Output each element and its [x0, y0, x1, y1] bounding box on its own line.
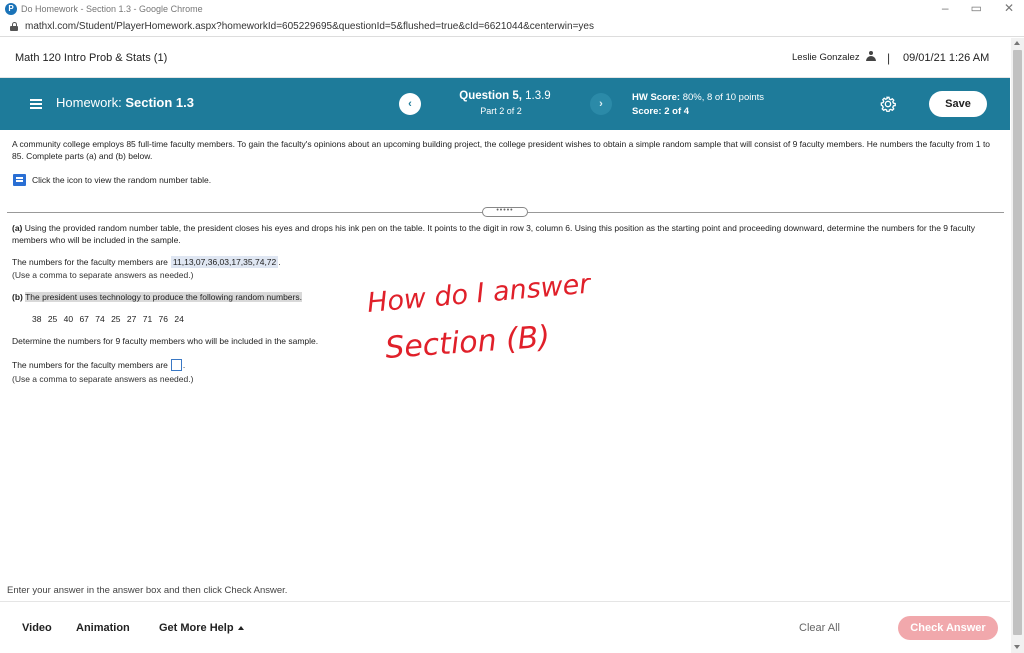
homework-title: Homework: Section 1.3 [56, 95, 194, 110]
answer-b-input[interactable] [170, 359, 182, 371]
answer-b-line: The numbers for the faculty members are … [12, 359, 185, 371]
part-b-text: (b) The president uses technology to pro… [12, 292, 302, 302]
save-button[interactable]: Save [929, 91, 987, 117]
homework-prefix: Homework: [56, 95, 126, 110]
close-icon[interactable]: ✕ [1004, 1, 1014, 15]
part-a-text: (a) Using the provided random number tab… [12, 222, 997, 246]
maximize-icon[interactable]: ▭ [971, 1, 982, 15]
lock-icon[interactable] [10, 22, 18, 31]
answer-a-line: The numbers for the faculty members are … [12, 256, 281, 268]
score-label: Score: [632, 106, 665, 117]
address-bar[interactable]: mathxl.com/Student/PlayerHomework.aspx?h… [0, 17, 1024, 37]
user-name: Leslie Gonzalez [792, 52, 860, 63]
previous-question-button[interactable]: ‹ [399, 93, 421, 115]
scroll-thumb[interactable] [1013, 50, 1022, 635]
get-more-help-label[interactable]: Get More Help [159, 622, 234, 634]
score-value: 2 of 4 [664, 106, 690, 117]
question-prefix: Question 5, [459, 90, 526, 102]
resize-grip-handle[interactable]: ••••• [482, 207, 528, 217]
handwriting-line-1: How do I answer [366, 278, 593, 319]
browser-title-bar: P Do Homework - Section 1.3 - Google Chr… [0, 0, 1024, 17]
part-b-body: The president uses technology to produce… [25, 292, 302, 302]
caret-up-icon[interactable] [237, 626, 244, 630]
random-numbers: 38 25 40 67 74 25 27 71 76 24 [32, 314, 184, 324]
gear-icon[interactable] [880, 96, 896, 112]
animation-button[interactable]: Animation [76, 622, 130, 634]
instructions-footer: Enter your answer in the answer box and … [7, 585, 288, 596]
question-intro: A community college employs 85 full-time… [12, 139, 991, 161]
window-title: Do Homework - Section 1.3 - Google Chrom… [21, 3, 203, 14]
datetime: 09/01/21 1:26 AM [903, 51, 990, 64]
determine-text: Determine the numbers for 9 faculty memb… [12, 336, 319, 346]
homework-section: Section 1.3 [125, 95, 194, 110]
clear-all-button[interactable]: Clear All [799, 622, 840, 634]
hamburger-menu-icon[interactable] [30, 99, 42, 109]
handwriting-line-2: Section (B) [384, 320, 551, 366]
video-button[interactable]: Video [22, 622, 52, 634]
random-table-link-text[interactable]: Click the icon to view the random number… [32, 175, 211, 185]
header-separator: | [887, 50, 891, 65]
vertical-scrollbar[interactable] [1011, 38, 1024, 653]
check-answer-button[interactable]: Check Answer [898, 616, 998, 640]
hw-score: HW Score: 80%, 8 of 10 points [632, 92, 764, 103]
answer-a-suffix: . [278, 257, 281, 267]
hw-score-label: HW Score: [632, 92, 683, 103]
course-title: Math 120 Intro Prob & Stats (1) [15, 51, 168, 64]
question-score: Score: 2 of 4 [632, 106, 689, 117]
book-icon[interactable] [13, 174, 26, 186]
answer-b-suffix: . [182, 360, 186, 370]
part-a-body: Using the provided random number table, … [12, 223, 975, 245]
get-more-help-button[interactable]: Get More Help [159, 622, 244, 634]
scroll-down-icon[interactable] [1014, 645, 1020, 649]
answer-b-hint: (Use a comma to separate answers as need… [12, 374, 194, 384]
minimize-icon[interactable]: – [942, 1, 949, 15]
question-number: 1.3.9 [525, 90, 551, 102]
answer-a-prefix: The numbers for the faculty members are [12, 257, 168, 267]
pearson-logo-icon: P [5, 2, 17, 15]
question-part: Part 2 of 2 [480, 106, 522, 116]
homework-bar: Homework: Section 1.3 ‹ Question 5, 1.3.… [0, 78, 1010, 130]
next-question-button[interactable]: › [590, 93, 612, 115]
course-header: Math 120 Intro Prob & Stats (1) Leslie G… [0, 38, 1010, 78]
part-b-label: (b) [12, 292, 23, 302]
bottom-toolbar: Video Animation Get More Help Clear All … [0, 601, 1010, 653]
scroll-up-icon[interactable] [1014, 41, 1020, 45]
hw-score-value: 80%, 8 of 10 points [682, 92, 765, 103]
random-table-link[interactable]: Click the icon to view the random number… [13, 174, 211, 186]
question-title: Question 5, 1.3.9 [430, 90, 580, 102]
answer-a-hint: (Use a comma to separate answers as need… [12, 270, 194, 280]
url-text[interactable]: mathxl.com/Student/PlayerHomework.aspx?h… [25, 21, 594, 32]
part-a-label: (a) [12, 223, 23, 233]
question-content: A community college employs 85 full-time… [0, 130, 1010, 600]
answer-b-prefix: The numbers for the faculty members are [12, 360, 168, 370]
user-icon [866, 51, 876, 62]
handwritten-annotation: How do I answer Section (B) [366, 278, 593, 366]
window-controls: – ▭ ✕ [942, 1, 1014, 15]
answer-a-field[interactable]: 11,13,07,36,03,17,35,74,72 [170, 256, 279, 268]
